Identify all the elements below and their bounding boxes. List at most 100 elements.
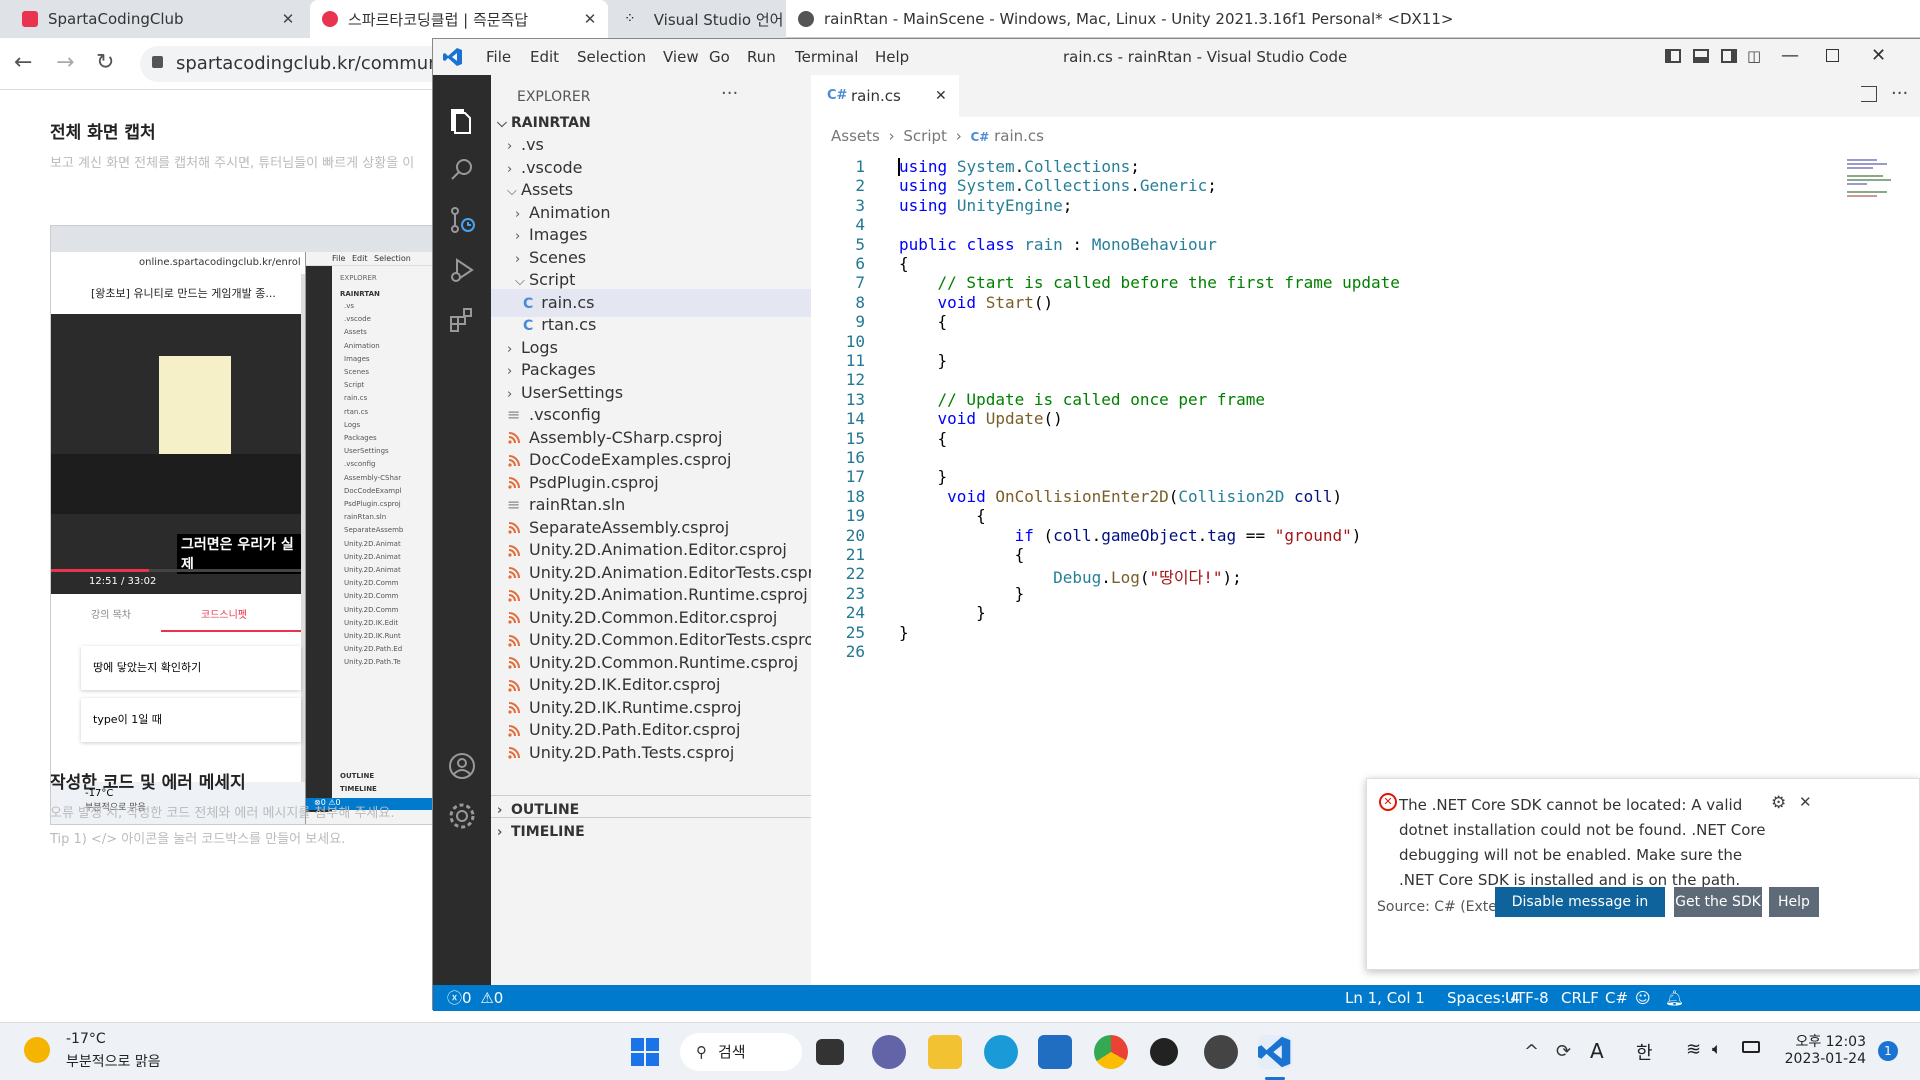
windows-start-icon[interactable] [630,1037,660,1067]
weather-temp[interactable]: -17°C [66,1031,106,1047]
thumb-tree-item: Unity.2D.Path.Ed [344,645,403,654]
file-explorer-icon[interactable] [928,1035,962,1069]
tab-rain-cs[interactable]: C# rain.cs ✕ [811,75,959,117]
clock-time[interactable]: 오후 12:03 [1786,1031,1866,1051]
code-line[interactable]: { [899,506,986,525]
run-debug-icon[interactable] [447,255,477,285]
maximize-icon[interactable] [1826,49,1839,62]
clock-date[interactable]: 2023-01-24 [1776,1051,1866,1067]
code-line[interactable]: { [899,545,1025,564]
notifications-bell-icon[interactable]: 🔔︎ [1665,985,1684,1011]
disable-message-button[interactable]: Disable message in settings [1495,887,1665,940]
encoding[interactable]: UTF-8 [1505,985,1549,1011]
sync-icon[interactable]: ⟳ [1556,1041,1571,1062]
menu-file[interactable]: File [486,48,511,66]
menu-selection[interactable]: Selection [577,48,646,66]
toggle-secondary-sidebar-icon[interactable] [1721,49,1737,63]
volume-icon[interactable]: 🔈︎ [1712,1039,1722,1059]
code-line[interactable]: using System.Collections.Generic; [899,176,1217,195]
search-icon[interactable] [447,155,477,185]
source-control-icon[interactable] [447,205,477,235]
task-view-icon[interactable] [816,1039,844,1065]
code-line[interactable]: // Update is called once per frame [899,390,1266,409]
toggle-panel-icon[interactable] [1693,49,1709,63]
back-arrow-icon[interactable]: ← [14,50,32,75]
microsoft-store-icon[interactable] [1038,1035,1072,1069]
code-line[interactable]: } [899,623,909,642]
forward-arrow-icon[interactable]: → [56,50,74,75]
attached-screenshot-image[interactable]: online.spartacodingclub.kr/enrol [왕초보] 유… [50,225,432,825]
menu-go[interactable]: Go [709,48,730,66]
code-line[interactable]: { [899,312,948,331]
language-mode[interactable]: C# [1605,985,1628,1011]
wifi-icon[interactable]: ≋ [1686,1039,1701,1060]
close-window-icon[interactable]: ✕ [1871,45,1886,66]
accounts-icon[interactable] [447,751,477,781]
edge-browser-icon[interactable] [984,1035,1018,1069]
tab-close-icon[interactable]: ✕ [278,10,298,28]
editor-more-actions-icon[interactable]: ··· [1891,83,1908,104]
code-line[interactable]: { [899,254,909,273]
section-title: 작성한 코드 및 에러 메세지 [50,773,246,793]
unity-editor-icon[interactable] [1204,1035,1238,1069]
breadcrumb-script[interactable]: Script [903,127,947,145]
unity-window-titlebar[interactable]: rainRtan - MainScene - Windows, Mac, Lin… [786,0,1920,38]
feedback-icon[interactable]: ☺ [1635,985,1651,1011]
code-line[interactable]: { [899,429,948,448]
browser-tab-visualstudio[interactable]: ⁘ Visual Studio 언어 [612,0,782,38]
minimize-icon[interactable]: — [1781,45,1799,66]
tree-item[interactable]: Unity.2D.Path.Tests.csproj [491,739,811,767]
timeline-section[interactable]: › TIMELINE [491,817,811,845]
more-actions-icon[interactable]: ··· [721,83,738,104]
code-line[interactable]: using UnityEngine; [899,196,1072,215]
browser-tab-sparta[interactable]: SpartaCodingClub ✕ [10,0,306,38]
breadcrumb-file[interactable]: rain.cs [994,127,1044,145]
breadcrumb-assets[interactable]: Assets [831,127,880,145]
problems-indicator[interactable]: ⓧ0 ⚠0 [447,985,503,1011]
code-line[interactable]: using System.Collections; [899,157,1140,176]
ime-mode[interactable]: A [1590,1039,1604,1063]
code-line[interactable]: if (coll.gameObject.tag == "ground") [899,526,1362,545]
tab-close-icon[interactable]: ✕ [580,10,600,28]
code-line[interactable]: } [899,584,1025,603]
unity-hub-icon[interactable] [1150,1038,1178,1066]
tab-close-icon[interactable]: ✕ [935,75,947,117]
extensions-icon[interactable] [447,305,477,335]
code-line[interactable]: void Update() [899,409,1063,428]
get-sdk-button[interactable]: Get the SDK [1674,887,1762,917]
minimap[interactable] [1847,157,1897,217]
code-line[interactable]: // Start is called before the first fram… [899,273,1400,292]
code-line[interactable]: } [899,351,948,370]
show-hidden-icons-chevron-icon[interactable]: ^ [1524,1041,1539,1062]
input-language[interactable]: 한 [1636,1039,1653,1065]
menu-run[interactable]: Run [747,48,776,66]
teams-chat-icon[interactable] [872,1035,906,1069]
split-editor-icon[interactable] [1861,86,1877,102]
menu-help[interactable]: Help [875,48,909,66]
code-line[interactable]: public class rain : MonoBehaviour [899,235,1217,254]
code-line[interactable]: void Start() [899,293,1054,312]
notification-badge[interactable]: 1 [1878,1041,1898,1061]
code-line[interactable]: void OnCollisionEnter2D(Collision2D coll… [899,487,1342,506]
battery-icon[interactable] [1742,1041,1760,1053]
menu-terminal[interactable]: Terminal [795,48,858,66]
code-line[interactable]: } [899,603,986,622]
menu-view[interactable]: View [663,48,699,66]
explorer-files-icon[interactable] [447,107,477,137]
code-line[interactable]: } [899,467,948,486]
chrome-icon[interactable] [1094,1035,1128,1069]
notification-settings-gear-icon[interactable]: ⚙ [1771,793,1786,813]
notification-close-icon[interactable]: ✕ [1799,793,1812,811]
menu-edit[interactable]: Edit [530,48,559,66]
help-button[interactable]: Help [1769,887,1819,917]
browser-tab-community[interactable]: 스파르타코딩클럽 | 즉문즉답 ✕ [310,0,608,38]
customize-layout-icon[interactable]: ◫ [1747,47,1761,65]
manage-gear-icon[interactable] [447,801,477,831]
vscode-taskbar-icon[interactable] [1258,1035,1292,1069]
reload-icon[interactable]: ↻ [96,50,114,75]
toggle-sidebar-icon[interactable] [1665,49,1681,63]
line-ending[interactable]: CRLF [1561,985,1599,1011]
cursor-position[interactable]: Ln 1, Col 1 [1345,985,1425,1011]
taskbar-search[interactable]: ⚲ 검색 [680,1033,802,1071]
weather-desc[interactable]: 부분적으로 맑음 [66,1051,161,1071]
